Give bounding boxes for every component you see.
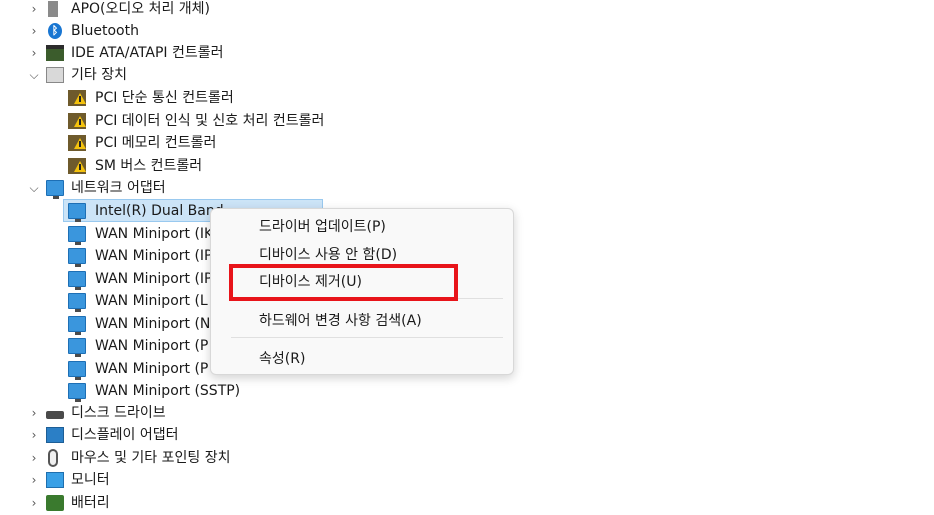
- network-adapter-icon: [68, 361, 86, 380]
- menu-separator: [231, 337, 503, 338]
- display-adapter-icon: [46, 427, 64, 443]
- tree-item[interactable]: WAN Miniport (IP: [0, 245, 213, 267]
- mouse-icon: [48, 449, 58, 467]
- tree-item[interactable]: PCI 메모리 컨트롤러: [0, 132, 400, 154]
- tree-node-network-adapters[interactable]: ⌵ 네트워크 어댑터: [0, 177, 300, 199]
- menu-item-update-driver[interactable]: 드라이버 업데이트(P): [259, 215, 386, 239]
- tree-item[interactable]: WAN Miniport (P: [0, 335, 210, 357]
- chevron-right-icon[interactable]: ›: [26, 492, 42, 514]
- menu-item-properties[interactable]: 속성(R): [259, 347, 305, 371]
- chevron-right-icon[interactable]: ›: [26, 42, 42, 64]
- battery-icon: [46, 495, 64, 511]
- chevron-right-icon[interactable]: ›: [26, 20, 42, 42]
- annotation-highlight-box: [229, 264, 458, 301]
- tree-node-other-devices[interactable]: ⌵ 기타 장치: [0, 64, 300, 86]
- tree-item[interactable]: WAN Miniport (P: [0, 358, 210, 380]
- chevron-right-icon[interactable]: ›: [26, 0, 42, 20]
- tree-item[interactable]: WAN Miniport (IP: [0, 268, 213, 290]
- tree-item[interactable]: WAN Miniport (N: [0, 313, 210, 335]
- tree-node-bluetooth[interactable]: › ᛒ Bluetooth: [0, 20, 300, 42]
- network-adapter-icon: [46, 180, 64, 199]
- warning-device-icon: [68, 90, 86, 106]
- tree-node-mice[interactable]: › 마우스 및 기타 포인팅 장치: [0, 447, 300, 469]
- tree-node-apo[interactable]: › APO(오디오 처리 개체): [0, 0, 300, 20]
- warning-device-icon: [68, 158, 86, 174]
- tree-item[interactable]: WAN Miniport (IK: [0, 223, 213, 245]
- chevron-right-icon[interactable]: ›: [26, 469, 42, 491]
- network-adapter-icon: [68, 383, 86, 402]
- chevron-down-icon[interactable]: ⌵: [26, 64, 42, 86]
- tree-item[interactable]: WAN Miniport (SSTP): [0, 380, 300, 402]
- speaker-icon: [48, 1, 58, 17]
- network-adapter-icon: [68, 271, 86, 290]
- monitor-icon: [46, 472, 64, 488]
- menu-item-scan-hardware[interactable]: 하드웨어 변경 사항 검색(A): [259, 309, 422, 333]
- network-adapter-icon: [68, 226, 86, 245]
- network-adapter-icon: [68, 248, 86, 267]
- bluetooth-icon: ᛒ: [48, 23, 62, 39]
- tree-node-batteries[interactable]: › 배터리: [0, 492, 300, 514]
- tree-node-disk-drives[interactable]: › 디스크 드라이브: [0, 402, 300, 424]
- unknown-device-icon: [46, 67, 64, 83]
- chevron-right-icon[interactable]: ›: [26, 402, 42, 424]
- ide-controller-icon: [46, 45, 64, 61]
- warning-device-icon: [68, 135, 86, 151]
- network-adapter-icon: [68, 203, 86, 222]
- network-adapter-icon: [68, 293, 86, 312]
- chevron-right-icon[interactable]: ›: [26, 447, 42, 469]
- tree-item[interactable]: PCI 데이터 인식 및 신호 처리 컨트롤러: [0, 110, 400, 132]
- network-adapter-icon: [68, 338, 86, 357]
- tree-node-display-adapters[interactable]: › 디스플레이 어댑터: [0, 424, 300, 446]
- tree-item[interactable]: WAN Miniport (L: [0, 290, 210, 312]
- tree-item[interactable]: SM 버스 컨트롤러: [0, 155, 400, 177]
- chevron-right-icon[interactable]: ›: [26, 424, 42, 446]
- tree-node-ide[interactable]: › IDE ATA/ATAPI 컨트롤러: [0, 42, 300, 64]
- tree-item[interactable]: PCI 단순 통신 컨트롤러: [0, 87, 400, 109]
- warning-device-icon: [68, 113, 86, 129]
- tree-node-monitors[interactable]: › 모니터: [0, 469, 300, 491]
- chevron-down-icon[interactable]: ⌵: [26, 177, 42, 199]
- network-adapter-icon: [68, 316, 86, 335]
- disk-drive-icon: [46, 411, 64, 419]
